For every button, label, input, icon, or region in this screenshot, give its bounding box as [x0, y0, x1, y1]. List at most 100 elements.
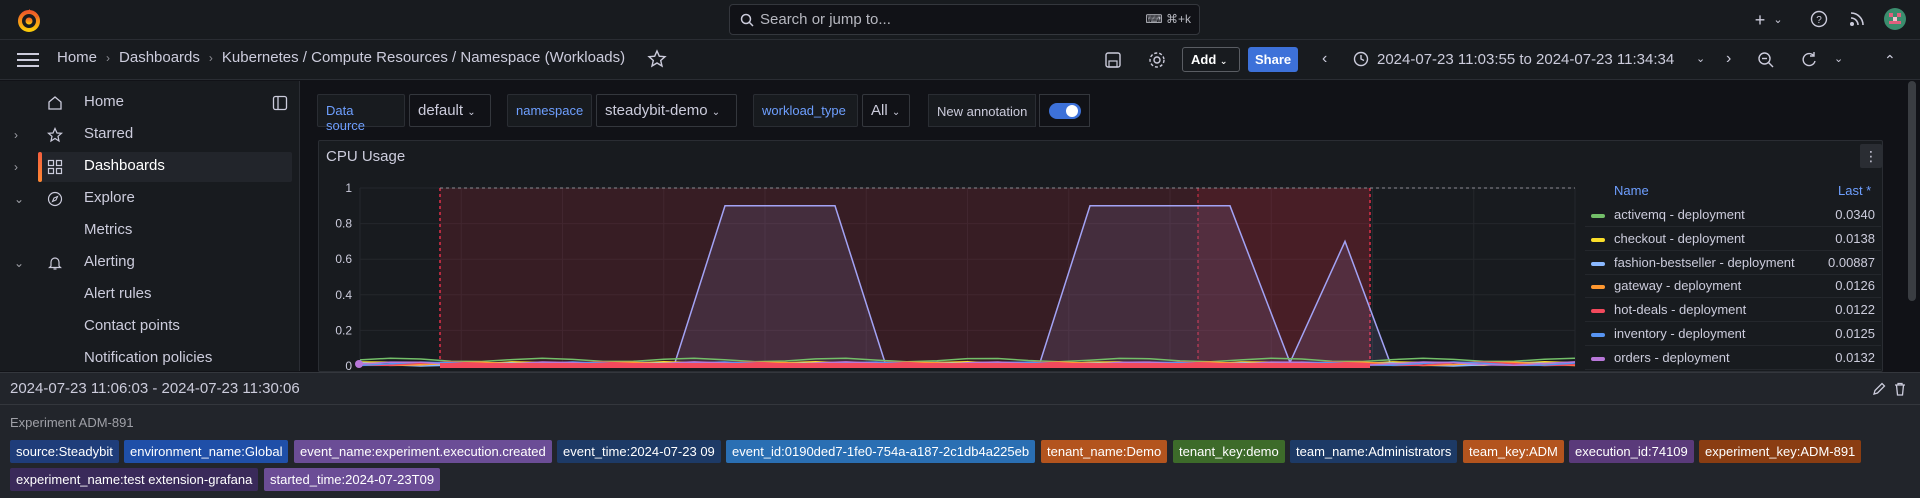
workload-type-select[interactable]: All ⌄	[862, 94, 910, 127]
help-icon[interactable]: ?	[1810, 10, 1828, 28]
sidebar-item-alert-rules[interactable]: Alert rules	[0, 280, 300, 310]
annotation-marker-point	[355, 360, 363, 368]
legend-item[interactable]: gateway - deployment 0.0126	[1585, 275, 1881, 299]
refresh-icon[interactable]	[1799, 50, 1819, 70]
add-button[interactable]: Add ⌄	[1182, 47, 1240, 72]
sidebar-item-dashboards[interactable]: › Dashboards	[0, 152, 300, 182]
chevron-up-icon[interactable]: ⌃	[1884, 50, 1904, 70]
sidebar-item-label: Contact points	[84, 317, 180, 334]
annotation-tag: experiment_name:test extension-grafana	[10, 468, 259, 491]
save-icon[interactable]	[1103, 50, 1123, 70]
chevron-down-icon[interactable]: ⌄	[14, 192, 26, 206]
chevron-down-icon[interactable]: ⌄	[1696, 50, 1716, 70]
chevron-down-icon: ⌄	[467, 107, 476, 118]
legend-swatch	[1591, 261, 1605, 266]
trash-icon[interactable]	[1892, 381, 1908, 397]
sidebar-item-notification-policies[interactable]: Notification policies	[0, 344, 300, 371]
share-button[interactable]: Share	[1248, 47, 1298, 72]
annotation-tag: experiment_key:ADM-891	[1699, 440, 1862, 463]
legend-item[interactable]: inventory - deployment 0.0125	[1585, 323, 1881, 346]
legend-last-value: 0.0125	[1835, 326, 1875, 341]
breadcrumb-home[interactable]: Home	[57, 49, 97, 66]
divider	[0, 404, 1920, 405]
grafana-logo-icon[interactable]	[16, 7, 42, 33]
chevron-right-icon[interactable]: ›	[14, 128, 26, 142]
svg-text:?: ?	[1816, 15, 1822, 26]
legend-swatch	[1591, 309, 1605, 314]
sidebar-item-label: Home	[84, 93, 125, 110]
dashboard-nav-bar: Home › Dashboards › Kubernetes / Compute…	[0, 40, 1920, 80]
chevron-down-icon: ⌄	[711, 107, 721, 118]
chevron-right-icon: ›	[208, 50, 213, 65]
annotation-marker-bar	[440, 363, 1370, 368]
chevron-down-icon[interactable]: ⌄	[1834, 50, 1854, 70]
annotation-tag: event_time:2024-07-23 09	[557, 440, 721, 463]
legend-item[interactable]: hot-deals - deployment 0.0122	[1585, 299, 1881, 323]
zoom-out-icon[interactable]	[1756, 50, 1776, 70]
breadcrumb-dashboards[interactable]: Dashboards	[119, 49, 200, 66]
legend-name: inventory - deployment	[1614, 326, 1746, 341]
legend-item[interactable]: fashion-bestseller - deployment 0.00887	[1585, 252, 1881, 275]
rss-icon[interactable]	[1849, 11, 1865, 27]
legend-last-value: 0.0340	[1835, 207, 1875, 222]
avatar[interactable]	[1884, 8, 1906, 30]
sidebar-item-starred[interactable]: › Starred	[0, 120, 300, 150]
home-icon	[48, 96, 62, 110]
legend-item[interactable]: checkout - deployment 0.0138	[1585, 228, 1881, 251]
sidebar-item-metrics[interactable]: Metrics	[0, 216, 300, 246]
annotation-regions	[439, 187, 1575, 366]
chevron-right-icon[interactable]: ›	[14, 160, 26, 174]
namespace-select[interactable]: steadybit-demo ⌄	[596, 94, 737, 127]
legend-swatch	[1591, 237, 1605, 242]
legend-name: gateway - deployment	[1614, 278, 1742, 294]
star-icon[interactable]	[647, 49, 667, 69]
compass-icon	[47, 191, 63, 207]
settings-gear-icon[interactable]	[1147, 50, 1167, 70]
panel-menu-icon[interactable]: ⋮	[1860, 144, 1882, 168]
edit-icon[interactable]	[1871, 381, 1887, 397]
cpu-usage-chart[interactable]: 1 0.8 0.6 0.4 0.2 0	[330, 176, 1590, 376]
annotation-tag: tenant_name:Demo	[1041, 440, 1168, 463]
chevron-down-icon[interactable]: ⌄	[14, 256, 26, 270]
chevron-left-icon[interactable]: ‹	[1322, 50, 1342, 70]
annotation-tag: environment_name:Global	[124, 440, 289, 463]
legend-header-last[interactable]: Last *	[1838, 183, 1871, 198]
legend-name: orders - deployment	[1614, 349, 1730, 365]
legend-header-name[interactable]: Name	[1614, 183, 1649, 198]
variable-label-workload-type: workload_type	[753, 94, 858, 127]
legend-last-value: 0.0126	[1835, 278, 1875, 294]
sidebar-item-alerting[interactable]: ⌄ Alerting	[0, 248, 300, 278]
search-icon	[740, 13, 754, 27]
annotation-tag: event_id:0190ded7-1fe0-754a-a187-2c1db4a…	[726, 440, 1036, 463]
keyboard-shortcut: ⌨ ⌘+k	[1145, 12, 1191, 26]
y-tick-label: 0.2	[335, 323, 352, 337]
legend-name: hot-deals - deployment	[1614, 302, 1747, 318]
scrollbar[interactable]	[1908, 81, 1916, 301]
sidebar-item-explore[interactable]: ⌄ Explore	[0, 184, 300, 214]
chevron-right-icon[interactable]: ›	[1726, 50, 1746, 70]
chevron-right-icon: ›	[106, 50, 111, 65]
plus-icon[interactable]: +	[1750, 10, 1770, 30]
sidebar-item-label: Dashboards	[84, 157, 165, 174]
variable-label-datasource: Data source	[317, 94, 405, 133]
sidebar-item-label: Metrics	[84, 221, 133, 238]
toggle-knob	[1066, 105, 1078, 117]
search-input[interactable]: Search or jump to... ⌨ ⌘+k	[729, 4, 1200, 35]
clock-icon	[1353, 51, 1369, 67]
legend-last-value: 0.00887	[1828, 254, 1875, 270]
datasource-select[interactable]: default ⌄	[409, 94, 491, 127]
sidebar-item-home[interactable]: Home	[0, 88, 300, 118]
menu-icon[interactable]	[17, 52, 39, 68]
annotation-time-range: 2024-07-23 11:06:03 - 2024-07-23 11:30:0…	[10, 380, 300, 397]
chevron-down-icon: ⌄	[1219, 56, 1228, 66]
annotation-title: Experiment ADM-891	[10, 415, 134, 430]
y-tick-label: 0.4	[335, 288, 352, 302]
sidebar-item-contact-points[interactable]: Contact points	[0, 312, 300, 342]
chevron-down-icon[interactable]: ⌄	[1768, 10, 1788, 30]
breadcrumb: Home › Dashboards › Kubernetes / Compute…	[57, 49, 625, 66]
bell-icon	[48, 257, 62, 270]
sidebar-item-label: Starred	[84, 125, 134, 142]
legend-item[interactable]: activemq - deployment 0.0340	[1585, 204, 1881, 227]
time-range-picker[interactable]: 2024-07-23 11:03:55 to 2024-07-23 11:34:…	[1377, 51, 1674, 68]
legend-item[interactable]: orders - deployment 0.0132	[1585, 347, 1881, 370]
